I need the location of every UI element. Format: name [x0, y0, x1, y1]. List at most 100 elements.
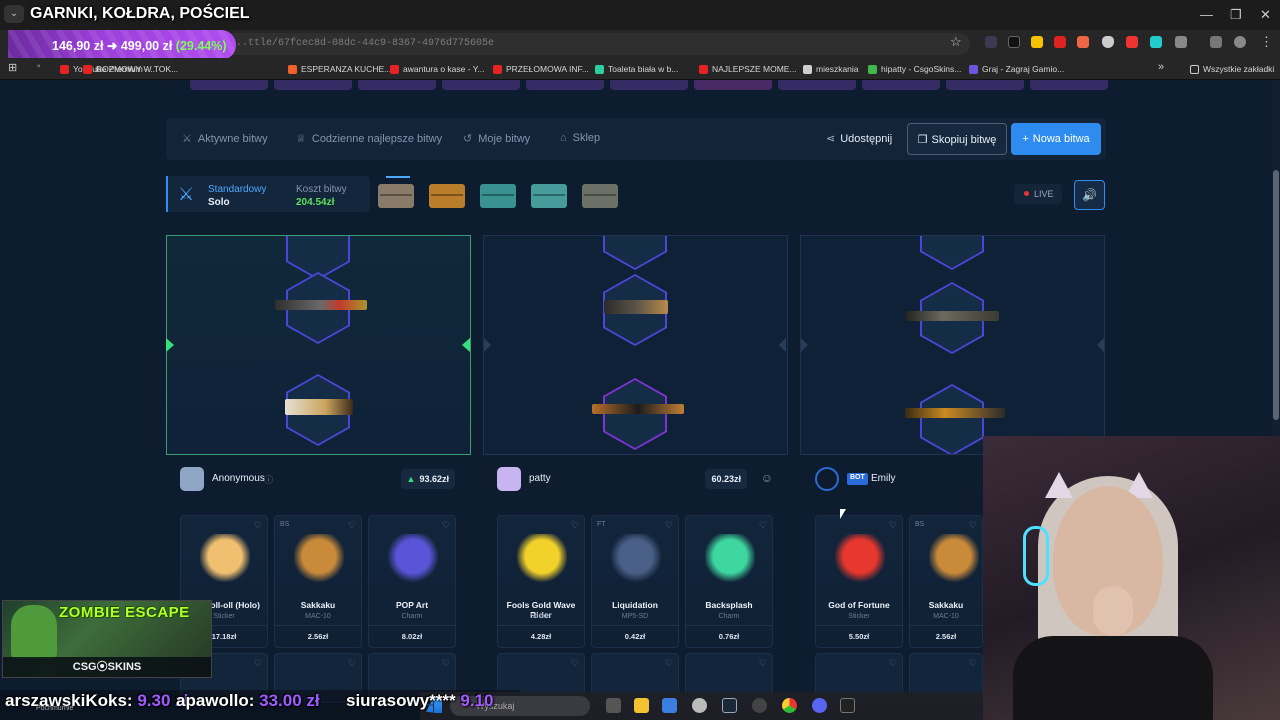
favorite-heart-icon[interactable]: ♡ [442, 520, 450, 531]
recent-drop-cell[interactable] [862, 80, 940, 90]
bookmark-link[interactable]: hipatty - CsgoSkins... [868, 62, 961, 76]
item-card[interactable]: ♡ BS Sakkaku MAC-10 2.56zł [274, 515, 362, 648]
file-explorer-icon[interactable] [634, 698, 649, 713]
extension-icon[interactable] [1150, 36, 1162, 48]
item-card[interactable]: ♡ FT Liquidation MP5-SD 0.42zł [591, 515, 679, 648]
favorite-heart-icon[interactable]: ♡ [759, 658, 767, 669]
sound-toggle-button[interactable]: 🔊 [1074, 180, 1105, 210]
profile-avatar[interactable] [1234, 36, 1246, 48]
maximize-button[interactable]: ❐ [1230, 7, 1242, 23]
item-price: 2.56zł [910, 625, 982, 647]
steam-icon[interactable] [722, 698, 737, 713]
recent-drop-cell[interactable] [442, 80, 520, 90]
favorite-heart-icon[interactable]: ♡ [969, 520, 977, 531]
bookmark-link[interactable]: mieszkania [803, 62, 859, 76]
item-card[interactable]: ♡ POP Art Charm 8.02zł [368, 515, 456, 648]
live-badge: LIVE [1014, 184, 1062, 204]
store-icon[interactable] [662, 698, 677, 713]
favorite-heart-icon[interactable]: ♡ [571, 658, 579, 669]
nav-daily-best-battles[interactable]: ♕ Codzienne najlepsze bitwy [296, 132, 442, 145]
favorite-heart-icon[interactable]: ♡ [759, 520, 767, 531]
battle-case-icon[interactable] [429, 184, 465, 208]
item-card[interactable]: ♡ God of Fortune Sticker 5.50zł [815, 515, 903, 648]
minimize-button[interactable]: — [1200, 7, 1213, 22]
player-name[interactable]: Anonymous [212, 473, 265, 484]
player-avatar[interactable] [180, 467, 204, 491]
close-window-button[interactable]: ✕ [1260, 7, 1271, 23]
favorite-heart-icon[interactable]: ♡ [254, 520, 262, 531]
battle-case-icon[interactable] [480, 184, 516, 208]
player-name[interactable]: Emily [871, 473, 895, 484]
bookmark-star-icon[interactable]: ☆ [950, 34, 962, 50]
bookmark-link[interactable]: PRZEŁOMOWA INF... [493, 62, 589, 76]
all-bookmarks-link[interactable]: Wszystkie zakładki [1190, 62, 1274, 76]
new-battle-button[interactable]: + Nowa bitwa [1011, 123, 1101, 155]
item-card[interactable]: ♡ BS Sakkaku MAC-10 2.56zł [909, 515, 983, 648]
recent-drop-cell[interactable] [190, 80, 268, 90]
info-icon[interactable]: ⓘ [264, 473, 273, 486]
bookmark-link[interactable]: Graj - Zagraj Gamio... [969, 62, 1064, 76]
recent-drop-cell[interactable] [526, 80, 604, 90]
bookmark-link[interactable]: Toaleta biała w b... [595, 62, 678, 76]
extension-icon[interactable] [985, 36, 997, 48]
menu-dots-icon[interactable]: ⋮ [1260, 34, 1273, 50]
favorite-heart-icon[interactable]: ♡ [665, 658, 673, 669]
player-name[interactable]: patty [529, 473, 551, 484]
favorite-heart-icon[interactable]: ♡ [442, 658, 450, 669]
extension-icon[interactable] [1077, 36, 1089, 48]
chrome-icon[interactable] [782, 698, 797, 713]
favorite-heart-icon[interactable]: ♡ [665, 520, 673, 531]
copy-battle-button[interactable]: ❐ Skopiuj bitwę [907, 123, 1007, 155]
favorite-heart-icon[interactable]: ♡ [889, 658, 897, 669]
recent-drop-cell[interactable] [274, 80, 352, 90]
item-wear: BS [280, 521, 290, 528]
favorite-heart-icon[interactable]: ♡ [889, 520, 897, 531]
favorite-heart-icon[interactable]: ♡ [571, 520, 579, 531]
battle-case-icon[interactable] [378, 184, 414, 208]
app-icon[interactable] [752, 698, 767, 713]
item-card[interactable]: ♡ Fools Gold Wave Rider Sticker 4.28zł [497, 515, 585, 648]
url-text[interactable]: ...ttle/67fcec8d-08dc-44c9-8367-4976d775… [230, 38, 494, 49]
favorite-heart-icon[interactable]: ♡ [348, 658, 356, 669]
apps-grid-icon[interactable]: ⊞ [8, 61, 17, 74]
tab-list-icon[interactable] [1210, 36, 1222, 48]
more-bookmarks-icon[interactable]: » [1158, 61, 1164, 73]
recent-drop-cell[interactable] [610, 80, 688, 90]
terminal-icon[interactable] [840, 698, 855, 713]
bookmark-link[interactable]: ESPERANZA KUCHE... [288, 62, 391, 76]
adblock-icon[interactable] [1054, 36, 1066, 48]
battle-case-icon[interactable] [531, 184, 567, 208]
item-card[interactable]: ♡ Backsplash Charm 0.76zł [685, 515, 773, 648]
bookmark-link[interactable]: ROZMOWY W TOK... [83, 62, 178, 76]
shield-icon[interactable] [1102, 36, 1114, 48]
nav-shop[interactable]: ⌂ Sklep [560, 132, 600, 144]
extension-icon[interactable] [1126, 36, 1138, 48]
discord-icon[interactable] [812, 698, 827, 713]
item-price: 0.76zł [686, 625, 772, 647]
recent-drop-cell[interactable] [1030, 80, 1108, 90]
share-link[interactable]: ⋖ Udostępnij [826, 132, 892, 145]
scrollbar-thumb[interactable] [1273, 170, 1279, 420]
favorite-heart-icon[interactable]: ♡ [254, 658, 262, 669]
recent-drop-cell[interactable] [358, 80, 436, 90]
favorite-heart-icon[interactable]: ♡ [348, 520, 356, 531]
recent-drop-cell[interactable] [694, 80, 772, 90]
battle-case-icon[interactable] [582, 184, 618, 208]
extension-icon[interactable] [1008, 36, 1020, 48]
nav-active-battles[interactable]: ⚔ Aktywne bitwy [182, 132, 268, 145]
bookmark-link[interactable]: awantura o kase - Y... [390, 62, 484, 76]
task-view-icon[interactable] [606, 698, 621, 713]
bot-avatar[interactable] [815, 467, 839, 491]
recent-drop-cell[interactable] [778, 80, 856, 90]
bookmark-link[interactable]: NAJLEPSZE MOME... [699, 62, 797, 76]
extensions-puzzle-icon[interactable] [1175, 36, 1187, 48]
player-avatar[interactable] [497, 467, 521, 491]
tab-search-button[interactable]: ⌄ [4, 5, 24, 23]
favorite-heart-icon[interactable]: ♡ [969, 658, 977, 669]
extension-icon[interactable] [1031, 36, 1043, 48]
bookmark-icon[interactable]: ◦ [37, 61, 41, 72]
settings-icon[interactable] [692, 698, 707, 713]
nav-my-battles[interactable]: ↺ Moje bitwy [463, 132, 530, 145]
smiley-icon[interactable]: ☺ [761, 471, 773, 485]
recent-drop-cell[interactable] [946, 80, 1024, 90]
